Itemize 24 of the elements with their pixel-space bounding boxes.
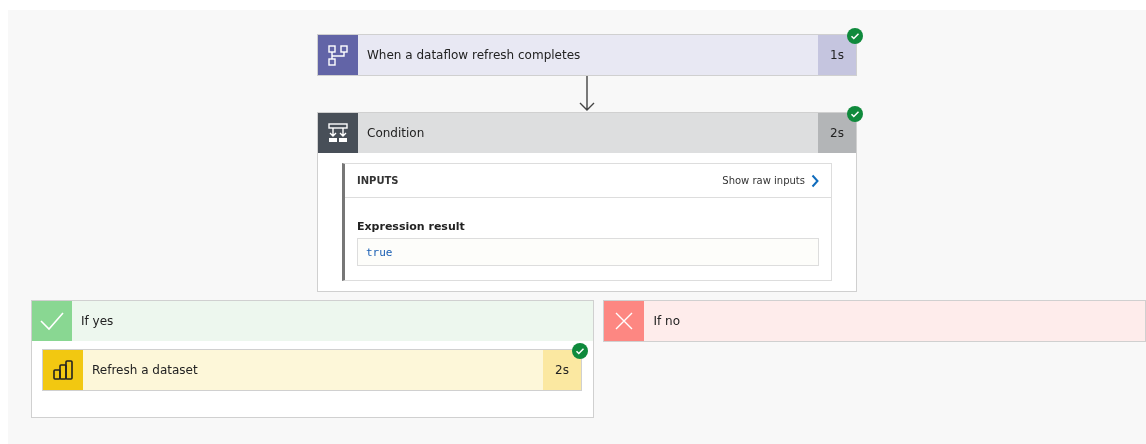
checkmark-icon (39, 311, 65, 331)
trigger-card-header[interactable]: When a dataflow refresh completes 1s (318, 35, 856, 75)
card-title: Condition (366, 126, 426, 140)
branch-split-icon (327, 122, 349, 144)
close-icon (614, 311, 635, 331)
chevron-right-icon (811, 173, 819, 188)
card-title: Refresh a dataset (91, 363, 199, 377)
branch-title: If yes (80, 314, 115, 328)
flowchart-icon (327, 44, 349, 66)
arrow-icon (577, 76, 597, 112)
bar-chart-icon (52, 359, 74, 381)
card-title: When a dataflow refresh completes (366, 48, 582, 62)
condition-card-header[interactable]: Condition 2s (318, 113, 856, 153)
branch-title: If no (652, 314, 681, 328)
branch-header[interactable]: If yes (32, 301, 594, 341)
action-card-header[interactable]: Refresh a dataset 2s (43, 350, 581, 390)
result-field: true (357, 238, 819, 266)
duration-label: 1s (818, 35, 856, 75)
branch-header[interactable]: If no (604, 301, 1145, 341)
field-label: Expression result (357, 220, 466, 233)
inputs-heading: INPUTS (357, 175, 399, 186)
show-raw-inputs-link[interactable]: Show raw inputs (722, 173, 819, 188)
duration-label: 2s (818, 113, 856, 153)
duration-label: 2s (543, 350, 581, 390)
